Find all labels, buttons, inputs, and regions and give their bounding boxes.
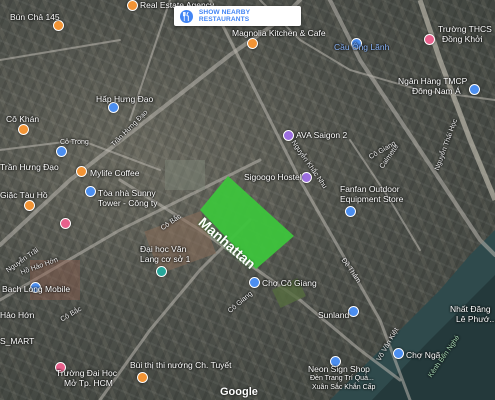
poi-pin-dai-hoc[interactable]	[156, 266, 167, 277]
poi-pin-magnolia[interactable]	[247, 38, 258, 49]
poi-pin-bui-thi[interactable]	[137, 372, 148, 383]
poi-pin-thcs[interactable]	[424, 34, 435, 45]
label-toa-nha: Tòa nhà Sunny	[98, 188, 156, 198]
label-ava: AVA Saigon 2	[296, 130, 348, 140]
highlight-layer	[200, 176, 294, 269]
show-nearby-restaurants-label: SHOW NEARBY RESTAURANTS	[198, 9, 250, 23]
label-sigoogo: Sigoogo Hostel	[244, 172, 302, 182]
label-cho-co-giang: Chợ Cô Giang	[262, 278, 317, 288]
label-cau-ong-lanh: Cầu Ông Lãnh	[334, 42, 390, 52]
label-truong-dai-hoc-1: Trường Đại Học	[56, 368, 118, 378]
label-thcs: Trường THCS	[438, 24, 492, 34]
label-giac-tau-ho: Giặc Tàu Hồ	[0, 190, 48, 200]
fork-knife-icon	[180, 9, 193, 23]
poi-pin-cho-co-giang[interactable]	[249, 277, 260, 288]
label-fanfan-2: Equipment Store	[340, 194, 404, 204]
show-nearby-restaurants-button[interactable]: SHOW NEARBY RESTAURANTS	[174, 6, 301, 26]
label-hap-hung-dao: Hấp Hưng Đạo	[96, 94, 154, 104]
poi-pin-toa-nha[interactable]	[85, 186, 96, 197]
label-dai-hoc-2: Lang cơ sở 1	[140, 254, 191, 264]
poi-pin-cho-nga[interactable]	[393, 348, 404, 359]
label-cho-nga: Chợ Ngã	[406, 350, 441, 360]
label-neon-3: Xuân Sắc Khắn Cấp	[312, 384, 376, 391]
satellite-map[interactable]: Manhattan Bún Chả 145 Real Estate Agency…	[0, 0, 495, 400]
label-dai-hoc-1: Đại học Văn	[140, 244, 187, 254]
poi-pin-mylife[interactable]	[76, 166, 87, 177]
label-dong-khoi: Đồng Khởi	[442, 34, 483, 44]
label-co-khan: Cô Khán	[6, 114, 40, 124]
label-magnolia: Magnolia Kitchen & Cafe	[232, 28, 326, 38]
poi-pin-ava[interactable]	[283, 130, 294, 141]
label-bach-long: Bạch Long Mobile	[2, 284, 71, 294]
label-s-mart: S_MART	[0, 336, 35, 346]
poi-pin-hospital[interactable]	[60, 218, 71, 229]
label-hao-hon: Hảo Hớn	[0, 310, 35, 320]
google-logo: Google	[220, 386, 258, 398]
label-co-trong: Cô Trong	[60, 139, 89, 146]
poi-pin-giac-tau-ho[interactable]	[24, 200, 35, 211]
label-nhat-dang-1: Nhất Đăng	[450, 304, 491, 314]
label-truong-dai-hoc-2: Mở Tp. HCM	[64, 378, 113, 388]
label-ngan-hang: Ngân Hàng TMCP	[398, 76, 468, 86]
poi-pin-co-khan[interactable]	[18, 124, 29, 135]
label-nhat-dang-2: Lê Phướ...	[456, 314, 495, 324]
poi-pin-real-estate[interactable]	[127, 0, 138, 11]
poi-pin-sunland[interactable]	[348, 306, 359, 317]
poi-pin-fanfan[interactable]	[345, 206, 356, 217]
label-bui-thi: Bùi thị thi nướng Ch. Tuyết	[130, 360, 232, 370]
label-tran-hung-dao: Trần Hưng Đạo	[0, 162, 59, 172]
label-mylife: Mylife Coffee	[90, 168, 140, 178]
label-sunland: Sunland	[318, 310, 350, 320]
label-neon-1: Neon Sign Shop	[308, 364, 370, 374]
label-bun-cha: Bún Chả 145	[10, 12, 60, 22]
label-tower: Tower - Công ty	[98, 198, 158, 208]
poi-pin-ngan-hang[interactable]	[469, 84, 480, 95]
label-fanfan-1: Fanfan Outdoor	[340, 184, 400, 194]
label-dong-nam-a: Đông Nam Á	[412, 86, 461, 96]
